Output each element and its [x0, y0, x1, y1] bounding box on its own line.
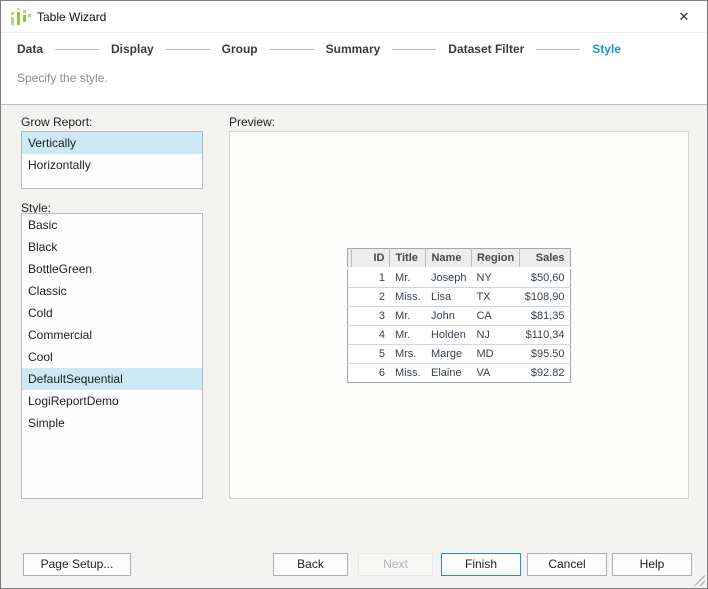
- preview-cell: 2: [351, 286, 390, 306]
- preview-cell: Lisa: [425, 286, 472, 306]
- preview-cell: $108,90: [519, 286, 571, 306]
- preview-cell: MD: [471, 343, 520, 363]
- preview-cell: 5: [351, 343, 390, 363]
- preview-cell: Mr.: [389, 305, 426, 325]
- close-icon[interactable]: ✕: [675, 8, 693, 26]
- list-option-simple[interactable]: Simple: [22, 412, 202, 434]
- preview-col-header-region: Region: [471, 248, 521, 269]
- preview-col-header-title: Title: [389, 248, 427, 269]
- list-option-cold[interactable]: Cold: [22, 302, 202, 324]
- preview-cell: 4: [351, 324, 390, 344]
- preview-cell: Miss.: [389, 362, 426, 382]
- preview-cell: Holden: [425, 324, 472, 344]
- window-title: Table Wizard: [37, 10, 107, 24]
- step-connector: [55, 48, 99, 50]
- preview-col-header-name: Name: [425, 248, 472, 269]
- title-bar: Table Wizard ✕: [1, 1, 707, 33]
- preview-col-header-sales: Sales: [519, 248, 571, 269]
- step-group[interactable]: Group: [222, 42, 258, 56]
- preview-cell: Joseph: [425, 267, 472, 287]
- preview-cell: CA: [471, 305, 520, 325]
- step-connector: [536, 48, 581, 50]
- wizard-steps: Data Display Group Summary Dataset Filter Sty…: [1, 37, 707, 61]
- preview-cell: Mrs.: [389, 343, 426, 363]
- preview-cell: Elaine: [425, 362, 472, 382]
- list-option-horizontally[interactable]: Horizontally: [22, 154, 202, 176]
- preview-cell: Mr.: [389, 324, 426, 344]
- list-option-black[interactable]: Black: [22, 236, 202, 258]
- grow-report-label: Grow Report:: [21, 115, 93, 129]
- step-data[interactable]: Data: [17, 42, 43, 56]
- preview-table-row: 1 Mr. Joseph NY $50,60: [347, 267, 571, 287]
- back-button[interactable]: Back: [273, 553, 348, 576]
- preview-table-row: 4 Mr. Holden NJ $110,34: [347, 324, 571, 344]
- preview-table-row: 6 Miss. Elaine VA $92.82: [347, 362, 571, 382]
- step-dataset-filter[interactable]: Dataset Filter: [448, 42, 524, 56]
- list-option-commercial[interactable]: Commercial: [22, 324, 202, 346]
- step-style[interactable]: Style: [592, 42, 621, 56]
- list-option-bottlegreen[interactable]: BottleGreen: [22, 258, 202, 280]
- step-connector: [392, 48, 437, 50]
- preview-table: ID Title Name Region Sales 1 Mr. Joseph NY $50,6…: [347, 247, 571, 383]
- preview-cell: John: [425, 305, 472, 325]
- preview-cell: 1: [351, 267, 390, 287]
- preview-cell: $92.82: [519, 362, 571, 382]
- list-option-logireportdemo[interactable]: LogiReportDemo: [22, 390, 202, 412]
- list-option-cool[interactable]: Cool: [22, 346, 202, 368]
- preview-cell: $81,35: [519, 305, 571, 325]
- preview-table-row: 5 Mrs. Marge MD $95.50: [347, 343, 571, 363]
- preview-cell: NY: [471, 267, 520, 287]
- preview-cell: Mr.: [389, 267, 426, 287]
- step-connector: [269, 48, 314, 50]
- cancel-button[interactable]: Cancel: [527, 553, 607, 576]
- preview-cell: NJ: [471, 324, 520, 344]
- step-display[interactable]: Display: [111, 42, 154, 56]
- preview-cell: TX: [471, 286, 520, 306]
- page-setup-button[interactable]: Page Setup...: [23, 553, 131, 576]
- preview-cell: $110,34: [519, 324, 571, 344]
- preview-cell: Miss.: [389, 286, 426, 306]
- preview-panel: ID Title Name Region Sales 1 Mr. Joseph NY $50,6…: [229, 131, 689, 499]
- step-connector: [165, 48, 210, 50]
- preview-cell: $50,60: [519, 267, 571, 287]
- preview-cell: VA: [471, 362, 520, 382]
- preview-table-row: 2 Miss. Lisa TX $108,90: [347, 286, 571, 306]
- grow-report-listbox: Vertically Horizontally: [21, 131, 203, 189]
- preview-cell: 6: [351, 362, 390, 382]
- preview-col-header-id: ID: [351, 248, 391, 269]
- preview-cell: Marge: [425, 343, 472, 363]
- next-button-disabled: Next: [358, 553, 433, 576]
- help-button[interactable]: Help: [612, 553, 692, 576]
- dialog-content: Grow Report: Vertically Horizontally Styl…: [1, 105, 707, 588]
- list-option-vertically[interactable]: Vertically: [22, 132, 202, 154]
- style-listbox: Basic Black BottleGreen Classic Cold Commerci…: [21, 213, 203, 499]
- preview-cell: 3: [351, 305, 390, 325]
- preview-table-body: 1 Mr. Joseph NY $50,60 2 Miss. Lisa TX $108,90 3 Mr…: [347, 267, 571, 382]
- list-option-defaultsequential[interactable]: DefaultSequential: [22, 368, 202, 390]
- preview-cell: $95.50: [519, 343, 571, 363]
- finish-button[interactable]: Finish: [441, 553, 521, 576]
- preview-table-row: 3 Mr. John CA $81,35: [347, 305, 571, 325]
- wizard-subtitle: Specify the style.: [17, 71, 108, 85]
- preview-label: Preview:: [229, 115, 276, 129]
- list-option-basic[interactable]: Basic: [22, 214, 202, 236]
- step-summary[interactable]: Summary: [326, 42, 381, 56]
- list-option-classic[interactable]: Classic: [22, 280, 202, 302]
- preview-header-row: ID Title Name Region Sales: [347, 248, 571, 269]
- table-wizard-dialog: Table Wizard ✕ Data Display Group Summary Da…: [0, 0, 708, 589]
- app-logo-icon: [11, 8, 31, 26]
